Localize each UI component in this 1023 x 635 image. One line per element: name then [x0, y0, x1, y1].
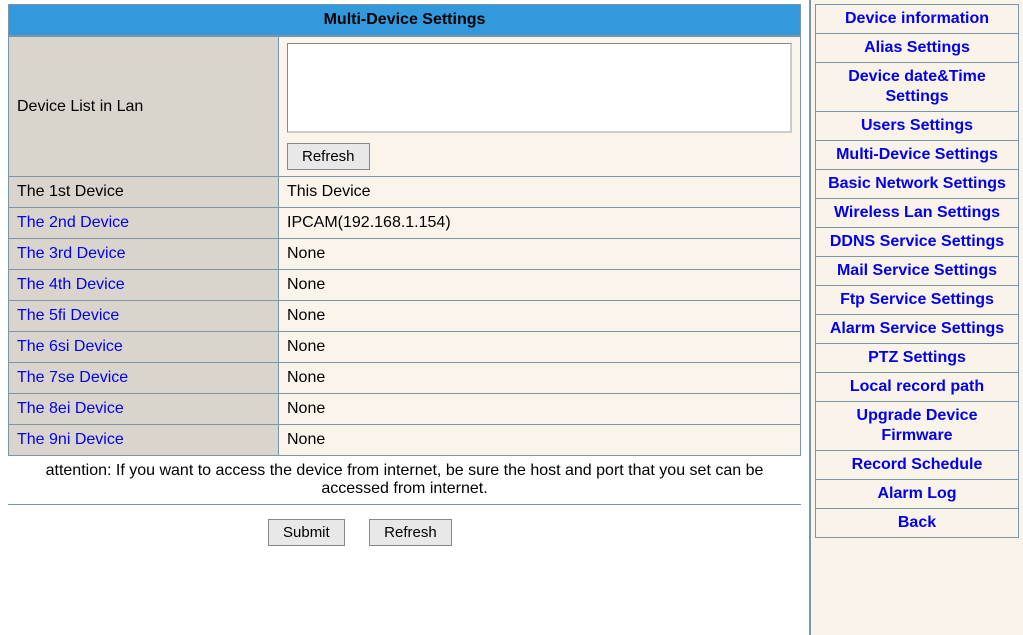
- device-label[interactable]: The 8ei Device: [9, 394, 279, 425]
- table-row: The 9ni DeviceNone: [9, 425, 801, 456]
- table-row: The 8ei DeviceNone: [9, 394, 801, 425]
- device-label[interactable]: The 5fi Device: [9, 301, 279, 332]
- device-label[interactable]: The 7se Device: [9, 363, 279, 394]
- attention-text: attention: If you want to access the dev…: [8, 456, 801, 505]
- sidebar-item[interactable]: Multi-Device Settings: [816, 141, 1019, 170]
- device-value: This Device: [279, 177, 801, 208]
- sidebar-item[interactable]: Alarm Service Settings: [816, 315, 1019, 344]
- device-label[interactable]: The 3rd Device: [9, 239, 279, 270]
- device-list-lan-area: Refresh: [279, 37, 801, 177]
- device-value: None: [279, 301, 801, 332]
- sidebar-item[interactable]: Back: [816, 509, 1019, 538]
- device-value: None: [279, 394, 801, 425]
- sidebar-item[interactable]: DDNS Service Settings: [816, 228, 1019, 257]
- bottom-buttons: Submit Refresh: [8, 505, 801, 546]
- device-value: None: [279, 270, 801, 301]
- page-title: Multi-Device Settings: [8, 4, 801, 36]
- device-label[interactable]: The 4th Device: [9, 270, 279, 301]
- sidebar-item[interactable]: Record Schedule: [816, 451, 1019, 480]
- table-row: The 2nd DeviceIPCAM(192.168.1.154): [9, 208, 801, 239]
- device-label[interactable]: The 2nd Device: [9, 208, 279, 239]
- device-label[interactable]: The 9ni Device: [9, 425, 279, 456]
- table-row: The 1st DeviceThis Device: [9, 177, 801, 208]
- sidebar-item[interactable]: Mail Service Settings: [816, 257, 1019, 286]
- device-value: None: [279, 239, 801, 270]
- table-row: The 7se DeviceNone: [9, 363, 801, 394]
- sidebar-item[interactable]: PTZ Settings: [816, 344, 1019, 373]
- device-value: None: [279, 363, 801, 394]
- sidebar-item[interactable]: Upgrade Device Firmware: [816, 402, 1019, 451]
- main-content: Multi-Device Settings Device List in Lan…: [0, 0, 809, 635]
- table-row: The 3rd DeviceNone: [9, 239, 801, 270]
- sidebar-item[interactable]: Local record path: [816, 373, 1019, 402]
- table-row: The 6si DeviceNone: [9, 332, 801, 363]
- refresh-lan-button[interactable]: Refresh: [287, 143, 370, 170]
- sidebar-item[interactable]: Users Settings: [816, 112, 1019, 141]
- sidebar-item[interactable]: Device information: [816, 5, 1019, 34]
- sidebar-item[interactable]: Wireless Lan Settings: [816, 199, 1019, 228]
- sidebar-item[interactable]: Device date&Time Settings: [816, 63, 1019, 112]
- sidebar-menu: Device informationAlias SettingsDevice d…: [815, 4, 1019, 538]
- sidebar-item[interactable]: Alias Settings: [816, 34, 1019, 63]
- submit-button[interactable]: Submit: [268, 519, 345, 546]
- device-list-box[interactable]: [287, 43, 792, 133]
- device-value: None: [279, 332, 801, 363]
- device-value: IPCAM(192.168.1.154): [279, 208, 801, 239]
- device-list-lan-label: Device List in Lan: [9, 37, 279, 177]
- table-row: The 5fi DeviceNone: [9, 301, 801, 332]
- device-value: None: [279, 425, 801, 456]
- sidebar: Device informationAlias SettingsDevice d…: [809, 0, 1023, 635]
- sidebar-item[interactable]: Alarm Log: [816, 480, 1019, 509]
- refresh-button[interactable]: Refresh: [369, 519, 452, 546]
- sidebar-item[interactable]: Ftp Service Settings: [816, 286, 1019, 315]
- device-label: The 1st Device: [9, 177, 279, 208]
- device-table: Device List in Lan Refresh The 1st Devic…: [8, 36, 801, 456]
- table-row: The 4th DeviceNone: [9, 270, 801, 301]
- sidebar-item[interactable]: Basic Network Settings: [816, 170, 1019, 199]
- device-label[interactable]: The 6si Device: [9, 332, 279, 363]
